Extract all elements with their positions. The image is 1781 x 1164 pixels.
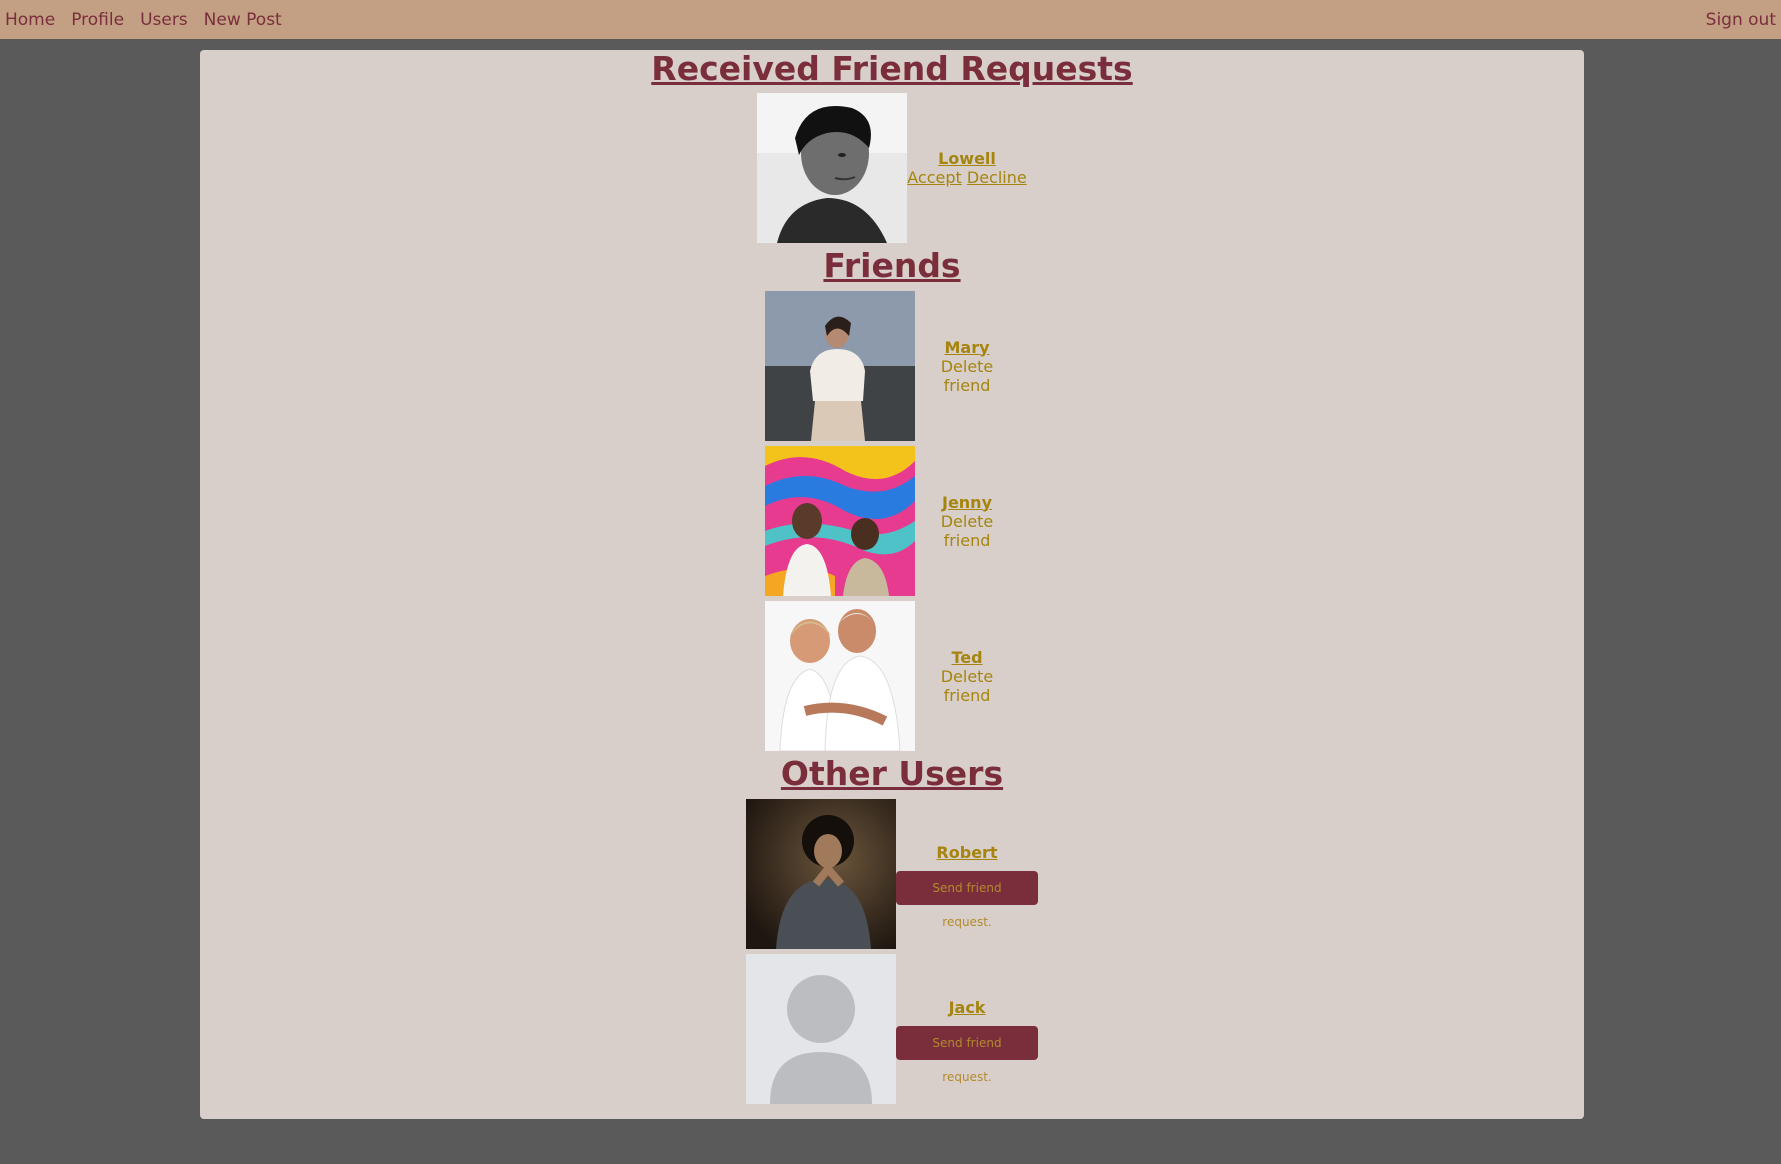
- friend-info: Mary Delete friend: [915, 338, 1019, 395]
- delete-friend-link[interactable]: Delete friend: [915, 667, 1019, 705]
- send-friend-request-button[interactable]: Send friend request.: [896, 1026, 1038, 1084]
- other-users-heading: Other Users: [780, 754, 1004, 793]
- nav-profile-link[interactable]: Profile: [71, 10, 124, 30]
- friend-info: Ted Delete friend: [915, 648, 1019, 705]
- nav-sign-out-link[interactable]: Sign out: [1706, 10, 1776, 30]
- jenny-avatar-photo: [765, 446, 915, 596]
- other-user-info: Robert Send friend request.: [896, 843, 1038, 929]
- friend-row: Ted Delete friend: [765, 601, 1019, 751]
- friend-name-link[interactable]: Ted: [915, 648, 1019, 667]
- lowell-avatar-photo: [757, 93, 907, 243]
- friend-name-link[interactable]: Mary: [915, 338, 1019, 357]
- request-user-name-link[interactable]: Lowell: [907, 149, 1027, 168]
- content-panel: Received Friend Requests Lowell Accept D…: [200, 50, 1584, 1119]
- decline-request-link[interactable]: Decline: [967, 168, 1027, 187]
- friend-row: Jenny Delete friend: [765, 446, 1019, 596]
- ted-avatar-photo: [765, 601, 915, 751]
- friend-row: Mary Delete friend: [765, 291, 1019, 441]
- send-friend-request-button[interactable]: Send friend request.: [896, 871, 1038, 929]
- delete-friend-link[interactable]: Delete friend: [915, 512, 1019, 550]
- friend-info: Jenny Delete friend: [915, 493, 1019, 550]
- mary-avatar-photo: [765, 291, 915, 441]
- nav-home-link[interactable]: Home: [5, 10, 55, 30]
- default-avatar-placeholder: [746, 954, 896, 1104]
- other-user-name-link[interactable]: Robert: [896, 843, 1038, 862]
- robert-avatar-photo: [746, 799, 896, 949]
- nav-new-post-link[interactable]: New Post: [204, 10, 282, 30]
- friend-request-row: Lowell Accept Decline: [757, 93, 1027, 243]
- top-navbar: Home Profile Users New Post Sign out: [0, 0, 1781, 39]
- accept-request-link[interactable]: Accept: [907, 168, 962, 187]
- delete-friend-link[interactable]: Delete friend: [915, 357, 1019, 395]
- friends-heading: Friends: [823, 246, 961, 285]
- received-requests-heading: Received Friend Requests: [651, 49, 1133, 88]
- other-user-row: Robert Send friend request.: [746, 799, 1038, 949]
- friend-name-link[interactable]: Jenny: [915, 493, 1019, 512]
- nav-users-link[interactable]: Users: [140, 10, 188, 30]
- other-user-name-link[interactable]: Jack: [896, 998, 1038, 1017]
- friend-request-info: Lowell Accept Decline: [907, 149, 1027, 187]
- other-user-row: Jack Send friend request.: [746, 954, 1038, 1104]
- other-user-info: Jack Send friend request.: [896, 998, 1038, 1084]
